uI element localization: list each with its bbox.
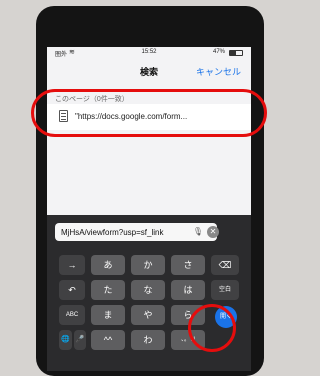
key-abc[interactable]: ABC — [59, 305, 85, 325]
key-ya[interactable]: や — [131, 305, 165, 325]
clear-search-button[interactable]: ✕ — [207, 226, 219, 238]
backspace-key[interactable]: ⌫ — [211, 255, 239, 275]
globe-key-icon[interactable]: 🌐 — [59, 330, 72, 350]
search-input[interactable]: MjHsA/viewform?usp=sf_link 🎙 — [55, 223, 217, 241]
space-key[interactable]: 空白 — [211, 280, 239, 300]
cancel-button[interactable]: キャンセル — [196, 65, 241, 78]
highlight-ring-result — [31, 89, 267, 137]
key-ta[interactable]: た — [91, 280, 125, 300]
key-ka[interactable]: か — [131, 255, 165, 275]
key-ha[interactable]: は — [171, 280, 205, 300]
key-sa[interactable]: さ — [171, 255, 205, 275]
key-dakuten[interactable]: ^^ — [91, 330, 125, 350]
status-bar: 圏外 ≋ 15:52 47% — [47, 47, 251, 59]
battery-percent: 47% — [212, 49, 225, 55]
battery-icon — [229, 50, 243, 56]
key-arrow-right[interactable]: → — [59, 255, 85, 275]
microphone-key-icon[interactable]: 🎤 — [74, 330, 86, 350]
microphone-icon[interactable]: 🎙 — [193, 227, 203, 236]
key-wa[interactable]: わ — [131, 330, 165, 350]
highlight-circle-go — [188, 304, 236, 352]
nav-bar: 検索 キャンセル — [47, 61, 251, 81]
key-undo[interactable]: ↶ — [59, 280, 85, 300]
key-na[interactable]: な — [131, 280, 165, 300]
key-a[interactable]: あ — [91, 255, 125, 275]
key-ma[interactable]: ま — [91, 305, 125, 325]
search-input-value: MjHsA/viewform?usp=sf_link — [61, 228, 164, 237]
